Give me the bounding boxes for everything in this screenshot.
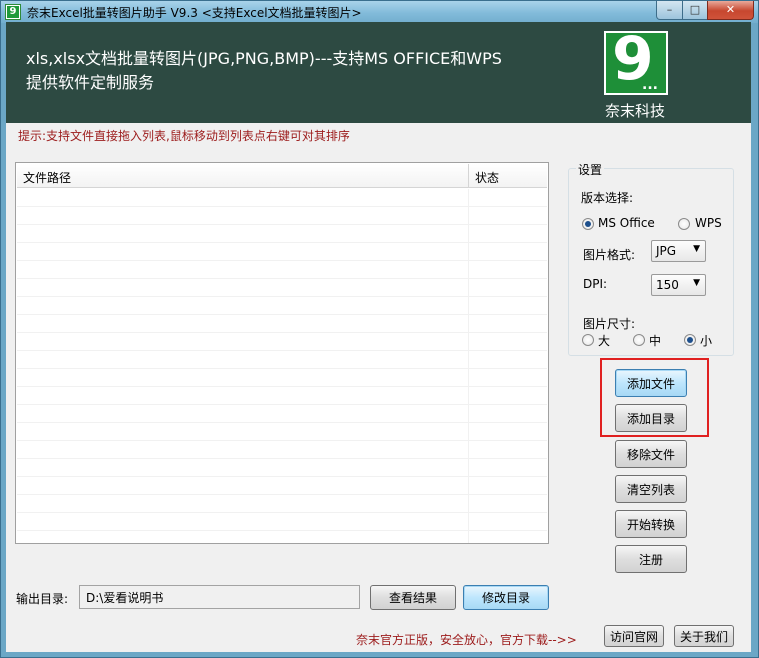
file-list-header: 文件路径 状态 [17,164,547,188]
hint-text: 提示:支持文件直接拖入列表,鼠标移动到列表点右键可对其排序 [18,129,350,143]
close-button[interactable]: ✕ [707,1,754,20]
register-button[interactable]: 注册 [615,545,687,573]
column-separator[interactable] [468,164,469,188]
radio-ms-office[interactable] [582,218,594,230]
output-dir-field[interactable] [79,585,360,609]
dpi-select[interactable]: 150 ▼ [651,274,706,296]
output-dir-label: 输出目录: [16,592,69,606]
banner-headline: xls,xlsx文档批量转图片(JPG,PNG,BMP)---支持MS OFFI… [26,49,502,68]
add-folder-button[interactable]: 添加目录 [615,404,687,432]
settings-legend: 设置 [576,161,605,178]
logo-dots: ... [642,77,658,93]
window-title: 奈末Excel批量转图片助手 V9.3 <支持Excel文档批量转图片> [27,6,362,20]
company-logo: 9 ... [604,27,668,95]
title-bar[interactable]: 9 奈末Excel批量转图片助手 V9.3 <支持Excel文档批量转图片> –… [1,1,758,23]
radio-size-small-label[interactable]: 小 [700,332,712,349]
file-list[interactable]: 文件路径 状态 [15,162,549,544]
change-dir-button[interactable]: 修改目录 [463,585,549,610]
format-label: 图片格式: [583,248,636,262]
remove-file-button[interactable]: 移除文件 [615,440,687,468]
size-label: 图片尺寸: [583,317,636,331]
dpi-label: DPI: [583,277,608,291]
format-select[interactable]: JPG ▼ [651,240,706,262]
clear-list-button[interactable]: 清空列表 [615,475,687,503]
website-button[interactable]: 访问官网 [604,625,664,647]
about-button[interactable]: 关于我们 [674,625,734,647]
chevron-down-icon: ▼ [693,278,700,288]
column-header-path[interactable]: 文件路径 [23,169,71,186]
chevron-down-icon: ▼ [693,244,700,254]
radio-size-large[interactable] [582,334,594,346]
radio-size-medium-label[interactable]: 中 [649,332,661,349]
maximize-button[interactable]: □ [682,1,708,20]
radio-size-medium[interactable] [633,334,645,346]
file-list-rows[interactable] [17,189,547,543]
format-select-value: JPG [656,244,677,258]
column-header-status[interactable]: 状态 [475,169,499,186]
minimize-button[interactable]: – [656,1,683,20]
radio-wps-label[interactable]: WPS [695,216,722,230]
version-label: 版本选择: [581,191,634,205]
dpi-select-value: 150 [656,278,679,292]
company-name: 奈末科技 [605,102,666,120]
radio-ms-office-label[interactable]: MS Office [598,216,655,230]
add-file-button[interactable]: 添加文件 [615,369,687,397]
banner-subline: 提供软件定制服务 [26,73,155,92]
footer-promo-text: 奈末官方正版，安全放心，官方下载-->> [356,633,577,647]
radio-wps[interactable] [678,218,690,230]
radio-size-small[interactable] [684,334,696,346]
view-results-button[interactable]: 查看结果 [370,585,456,610]
app-icon: 9 [5,4,21,20]
radio-size-large-label[interactable]: 大 [598,332,610,349]
start-convert-button[interactable]: 开始转换 [615,510,687,538]
